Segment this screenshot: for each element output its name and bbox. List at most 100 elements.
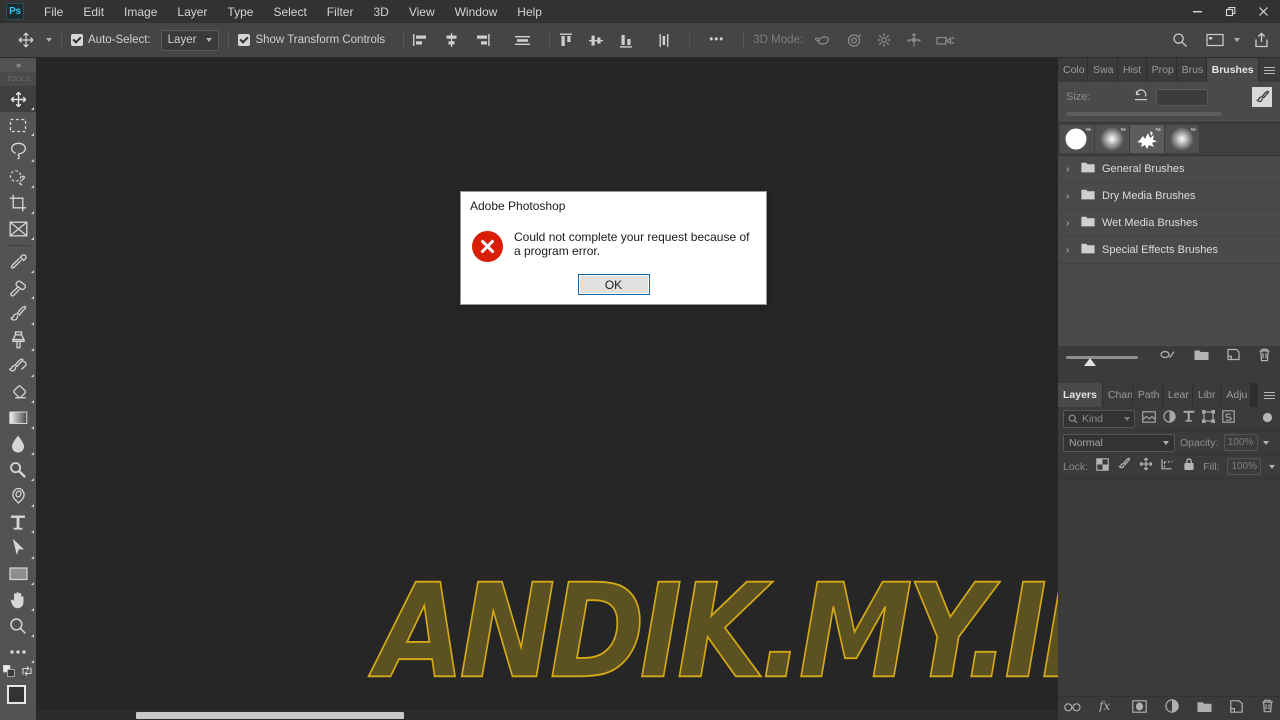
- ok-button[interactable]: OK: [577, 274, 650, 295]
- menu-item-3d[interactable]: 3D: [363, 3, 398, 21]
- brush-preset-soft-round-brush-2[interactable]: ✎: [1165, 125, 1199, 153]
- menu-item-view[interactable]: View: [399, 3, 445, 21]
- tool-lasso[interactable]: [0, 138, 36, 164]
- tab-libr[interactable]: Libr: [1192, 383, 1222, 407]
- auto-select-checkbox[interactable]: Auto-Select:: [71, 34, 151, 46]
- add-layer-mask-icon[interactable]: [1132, 699, 1147, 718]
- swap-colors-icon[interactable]: [21, 664, 33, 682]
- filter-adjustment-icon[interactable]: [1163, 409, 1176, 428]
- collapse-toolbar-button[interactable]: »: [0, 58, 36, 72]
- slide-3d-icon[interactable]: [906, 32, 922, 48]
- new-group-icon[interactable]: [1197, 700, 1212, 718]
- tool-eraser[interactable]: [0, 379, 36, 405]
- distribute-horizontal-icon[interactable]: [514, 33, 531, 47]
- menu-item-select[interactable]: Select: [263, 3, 316, 21]
- new-brush-icon[interactable]: [1227, 348, 1240, 367]
- opacity-chevron-down-icon[interactable]: [1262, 440, 1269, 445]
- more-options-button[interactable]: •••: [709, 34, 724, 46]
- brushes-panel-menu-button[interactable]: [1258, 58, 1280, 82]
- align-right-edges-icon[interactable]: [475, 33, 490, 47]
- workspace-icon[interactable]: [1206, 33, 1224, 47]
- lock-position-icon[interactable]: [1139, 457, 1153, 476]
- delete-brush-icon[interactable]: [1258, 348, 1271, 367]
- opacity-value[interactable]: 100%: [1223, 434, 1258, 451]
- align-top-edges-icon[interactable]: [559, 33, 573, 48]
- align-horizontal-centers-icon[interactable]: [444, 33, 459, 47]
- tab-adju[interactable]: Adju: [1221, 383, 1252, 407]
- tab-brushes[interactable]: Brushes: [1206, 58, 1259, 82]
- tool-history-brush[interactable]: [0, 353, 36, 379]
- brush-folder-row[interactable]: › General Brushes: [1058, 156, 1280, 183]
- link-layers-icon[interactable]: [1064, 700, 1081, 718]
- tab-colo[interactable]: Colo: [1058, 58, 1088, 82]
- default-colors-icon[interactable]: [2, 664, 15, 682]
- tab-chan[interactable]: Chan: [1102, 383, 1133, 407]
- brush-preset-spatter-brush[interactable]: ✎: [1130, 125, 1164, 153]
- filter-smart-object-icon[interactable]: [1222, 409, 1235, 428]
- layer-list[interactable]: [1058, 479, 1280, 684]
- tool-frame[interactable]: [0, 216, 36, 242]
- share-icon[interactable]: [1254, 32, 1269, 48]
- brush-thumbnail-size-slider[interactable]: [1066, 355, 1138, 366]
- auto-select-target-dropdown[interactable]: Layer: [160, 29, 220, 51]
- filter-shape-icon[interactable]: [1201, 409, 1216, 428]
- tool-rectangle[interactable]: [0, 561, 36, 587]
- tool-pen[interactable]: [0, 483, 36, 509]
- menu-item-layer[interactable]: Layer: [167, 3, 217, 21]
- align-left-edges-icon[interactable]: [413, 33, 428, 47]
- pan-3d-icon[interactable]: [876, 32, 892, 48]
- tool-clone-stamp[interactable]: [0, 327, 36, 353]
- tool-hand[interactable]: [0, 587, 36, 613]
- tab-hist[interactable]: Hist: [1118, 58, 1147, 82]
- document-canvas[interactable]: ANDIK.MY.ID: [36, 58, 1058, 720]
- tab-lear[interactable]: Lear: [1162, 383, 1193, 407]
- fill-chevron-down-icon[interactable]: [1269, 464, 1275, 469]
- canvas-horizontal-scrollbar[interactable]: [36, 710, 1058, 720]
- chevron-right-icon[interactable]: ›: [1066, 191, 1074, 202]
- tool-brush[interactable]: [0, 301, 36, 327]
- tab-prop[interactable]: Prop: [1146, 58, 1177, 82]
- tab-path[interactable]: Path: [1132, 383, 1163, 407]
- new-layer-icon[interactable]: [1230, 699, 1243, 718]
- tool-preset-chevron-icon[interactable]: [46, 38, 52, 42]
- brush-folder-row[interactable]: › Special Effects Brushes: [1058, 237, 1280, 264]
- blend-mode-dropdown[interactable]: Normal: [1063, 433, 1175, 452]
- tool-edit-toolbar[interactable]: [0, 639, 36, 665]
- minimize-button[interactable]: [1181, 0, 1214, 23]
- brush-folder-row[interactable]: › Wet Media Brushes: [1058, 210, 1280, 237]
- close-button[interactable]: [1247, 0, 1280, 23]
- reset-icon[interactable]: [1134, 88, 1148, 106]
- brush-size-field[interactable]: [1156, 88, 1209, 106]
- delete-layer-icon[interactable]: [1261, 699, 1274, 718]
- align-bottom-edges-icon[interactable]: [619, 33, 633, 48]
- tool-rectangular-marquee[interactable]: [0, 112, 36, 138]
- tool-eyedropper[interactable]: [0, 249, 36, 275]
- roll-3d-icon[interactable]: [846, 33, 862, 48]
- menu-item-edit[interactable]: Edit: [73, 3, 114, 21]
- tool-spot-healing-brush[interactable]: [0, 275, 36, 301]
- menu-item-help[interactable]: Help: [507, 3, 552, 21]
- tool-gradient[interactable]: [0, 405, 36, 431]
- tool-move[interactable]: [0, 86, 36, 112]
- brush-folder-row[interactable]: › Dry Media Brushes: [1058, 183, 1280, 210]
- brush-preset-hard-round-brush[interactable]: ✎: [1060, 125, 1094, 153]
- tab-swa[interactable]: Swa: [1088, 58, 1118, 82]
- menu-item-image[interactable]: Image: [114, 3, 167, 21]
- layers-panel-menu-button[interactable]: [1258, 383, 1280, 407]
- distribute-vertical-icon[interactable]: [657, 33, 671, 48]
- menu-item-type[interactable]: Type: [217, 3, 263, 21]
- menu-item-file[interactable]: File: [34, 3, 73, 21]
- lock-artboard-nesting-icon[interactable]: [1161, 458, 1175, 476]
- tool-zoom[interactable]: [0, 613, 36, 639]
- new-adjustment-layer-icon[interactable]: [1165, 699, 1179, 718]
- fill-value[interactable]: 100%: [1227, 458, 1261, 475]
- chevron-right-icon[interactable]: ›: [1066, 245, 1074, 256]
- move-tool-icon[interactable]: [18, 32, 34, 48]
- tool-horizontal-type[interactable]: [0, 509, 36, 535]
- edit-brush-icon[interactable]: [1252, 87, 1272, 107]
- tab-brus[interactable]: Brus: [1176, 58, 1207, 82]
- tool-crop[interactable]: [0, 190, 36, 216]
- brush-preset-soft-round-brush[interactable]: ✎: [1095, 125, 1129, 153]
- foreground-color-swatch[interactable]: [7, 685, 26, 704]
- tool-object-selection[interactable]: [0, 164, 36, 190]
